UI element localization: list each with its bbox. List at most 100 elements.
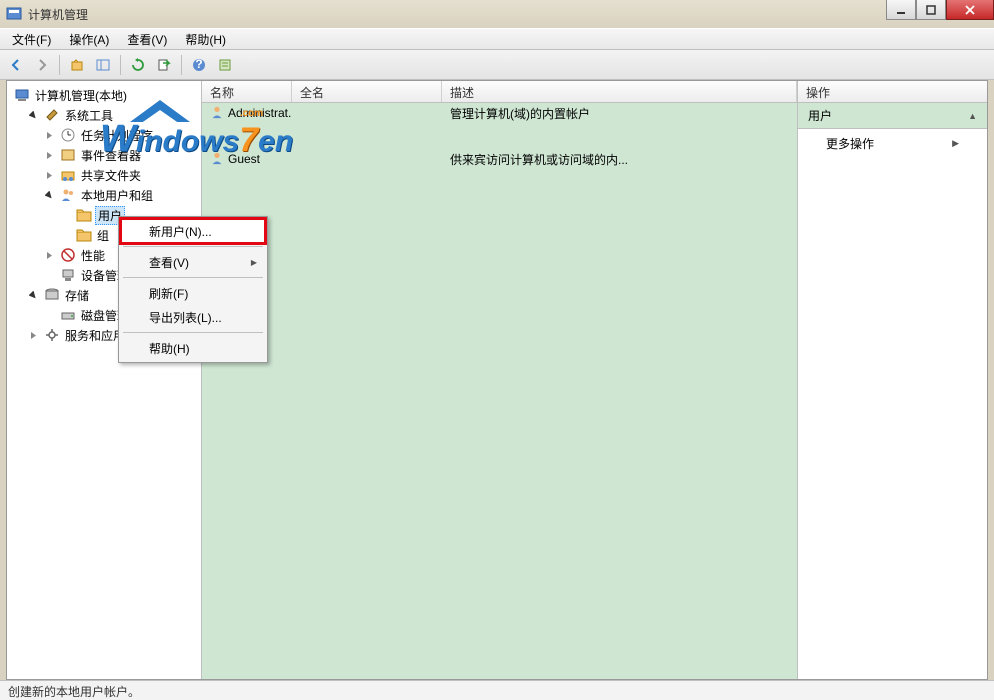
cm-separator xyxy=(123,246,263,247)
tree-task-scheduler[interactable]: 任务计划程序 xyxy=(39,125,201,145)
action-header: 操作 xyxy=(798,81,987,103)
tree-event-viewer[interactable]: 事件查看器 xyxy=(39,145,201,165)
maximize-button[interactable] xyxy=(916,0,946,20)
tree-label: 组 xyxy=(95,227,111,244)
statusbar-text: 创建新的本地用户帐户。 xyxy=(8,685,140,699)
tree-label: 系统工具 xyxy=(63,107,115,124)
svg-text:?: ? xyxy=(195,58,202,71)
cm-export-list[interactable]: 导出列表(L)... xyxy=(121,305,265,329)
export-button[interactable] xyxy=(152,53,176,77)
toolbar-separator xyxy=(59,55,60,75)
user-icon xyxy=(210,151,224,168)
toolbar-separator xyxy=(120,55,121,75)
properties-button[interactable] xyxy=(213,53,237,77)
cm-new-user[interactable]: 新用户(N)... xyxy=(121,219,265,243)
spacer xyxy=(43,309,55,321)
spacer xyxy=(43,269,55,281)
back-button[interactable] xyxy=(4,53,28,77)
spacer xyxy=(59,229,71,241)
action-pane: 操作 用户 ▲ 更多操作 ▶ xyxy=(797,81,987,679)
cell-text: Guest xyxy=(228,152,260,166)
tree-label: 事件查看器 xyxy=(79,147,143,164)
menu-file[interactable]: 文件(F) xyxy=(4,29,59,50)
show-hide-button[interactable] xyxy=(91,53,115,77)
column-description[interactable]: 描述 xyxy=(442,81,797,102)
list-item[interactable]: Guest 供来宾访问计算机或访问域的内... xyxy=(202,149,797,169)
expander-icon[interactable] xyxy=(27,329,39,341)
spacer xyxy=(59,209,71,221)
tree-root[interactable]: 计算机管理(本地) xyxy=(7,85,201,105)
tree-label: 存储 xyxy=(63,287,91,304)
computer-icon xyxy=(14,87,30,103)
clock-icon xyxy=(60,127,76,143)
close-button[interactable] xyxy=(946,0,994,20)
tools-icon xyxy=(44,107,60,123)
list-header: 名称 全名 描述 xyxy=(202,81,797,103)
user-icon xyxy=(210,105,224,122)
cm-help[interactable]: 帮助(H) xyxy=(121,336,265,360)
cm-separator xyxy=(123,332,263,333)
cell-text: 管理计算机(域)的内置帐户 xyxy=(442,105,797,122)
tree-root-label: 计算机管理(本地) xyxy=(33,87,129,104)
app-icon xyxy=(6,6,22,22)
disk-icon xyxy=(60,307,76,323)
tree-system-tools[interactable]: 系统工具 xyxy=(23,105,201,125)
column-fullname[interactable]: 全名 xyxy=(292,81,442,102)
storage-icon xyxy=(44,287,60,303)
tree-label: 共享文件夹 xyxy=(79,167,143,184)
action-section-label: 用户 xyxy=(808,107,832,124)
cell-text: 供来宾访问计算机或访问域的内... xyxy=(442,151,797,168)
expander-icon[interactable] xyxy=(43,129,55,141)
context-menu: 新用户(N)... 查看(V) 刷新(F) 导出列表(L)... 帮助(H) xyxy=(118,216,268,363)
users-groups-icon xyxy=(60,187,76,203)
action-more-label: 更多操作 xyxy=(826,135,874,152)
folder-icon xyxy=(76,227,92,243)
menu-help[interactable]: 帮助(H) xyxy=(177,29,234,50)
statusbar: 创建新的本地用户帐户。 xyxy=(0,680,994,700)
services-icon xyxy=(44,327,60,343)
expander-icon[interactable] xyxy=(27,289,39,301)
expander-icon[interactable] xyxy=(43,169,55,181)
tree-label: 本地用户和组 xyxy=(79,187,155,204)
toolbar-separator xyxy=(181,55,182,75)
expander-icon[interactable] xyxy=(43,149,55,161)
device-icon xyxy=(60,267,76,283)
list-pane: 名称 全名 描述 Administrat... 管理计算机(域)的内置帐户 Gu… xyxy=(202,81,797,679)
expander-icon[interactable] xyxy=(27,109,39,121)
tree-label: 任务计划程序 xyxy=(79,127,155,144)
cell-text: Administrat... xyxy=(228,106,292,120)
column-name[interactable]: 名称 xyxy=(202,81,292,102)
tree-pane: 计算机管理(本地) 系统工具 任务计划程序 xyxy=(7,81,202,679)
up-button[interactable] xyxy=(65,53,89,77)
performance-icon xyxy=(60,247,76,263)
shared-folder-icon xyxy=(60,167,76,183)
toolbar: ? xyxy=(0,50,994,80)
list-body[interactable]: Administrat... 管理计算机(域)的内置帐户 Guest 供来宾访问… xyxy=(202,103,797,679)
collapse-icon: ▲ xyxy=(968,111,977,121)
tree-shared-folders[interactable]: 共享文件夹 xyxy=(39,165,201,185)
cm-separator xyxy=(123,277,263,278)
chevron-right-icon: ▶ xyxy=(952,138,959,149)
menubar: 文件(F) 操作(A) 查看(V) 帮助(H) xyxy=(0,28,994,50)
action-section-users[interactable]: 用户 ▲ xyxy=(798,103,987,129)
help-button[interactable]: ? xyxy=(187,53,211,77)
menu-action[interactable]: 操作(A) xyxy=(61,29,117,50)
refresh-button[interactable] xyxy=(126,53,150,77)
expander-icon[interactable] xyxy=(43,249,55,261)
event-icon xyxy=(60,147,76,163)
client-area: 计算机管理(本地) 系统工具 任务计划程序 xyxy=(6,80,988,680)
window-title: 计算机管理 xyxy=(28,6,88,23)
cm-view[interactable]: 查看(V) xyxy=(121,250,265,274)
cm-refresh[interactable]: 刷新(F) xyxy=(121,281,265,305)
tree-local-users-groups[interactable]: 本地用户和组 xyxy=(39,185,201,205)
tree-label: 性能 xyxy=(79,247,107,264)
minimize-button[interactable] xyxy=(886,0,916,20)
forward-button[interactable] xyxy=(30,53,54,77)
folder-icon xyxy=(76,207,92,223)
menu-view[interactable]: 查看(V) xyxy=(119,29,175,50)
expander-icon[interactable] xyxy=(43,189,55,201)
action-more[interactable]: 更多操作 ▶ xyxy=(798,129,987,158)
window-buttons xyxy=(886,0,994,20)
titlebar: 计算机管理 xyxy=(0,0,994,28)
list-item[interactable]: Administrat... 管理计算机(域)的内置帐户 xyxy=(202,103,797,123)
